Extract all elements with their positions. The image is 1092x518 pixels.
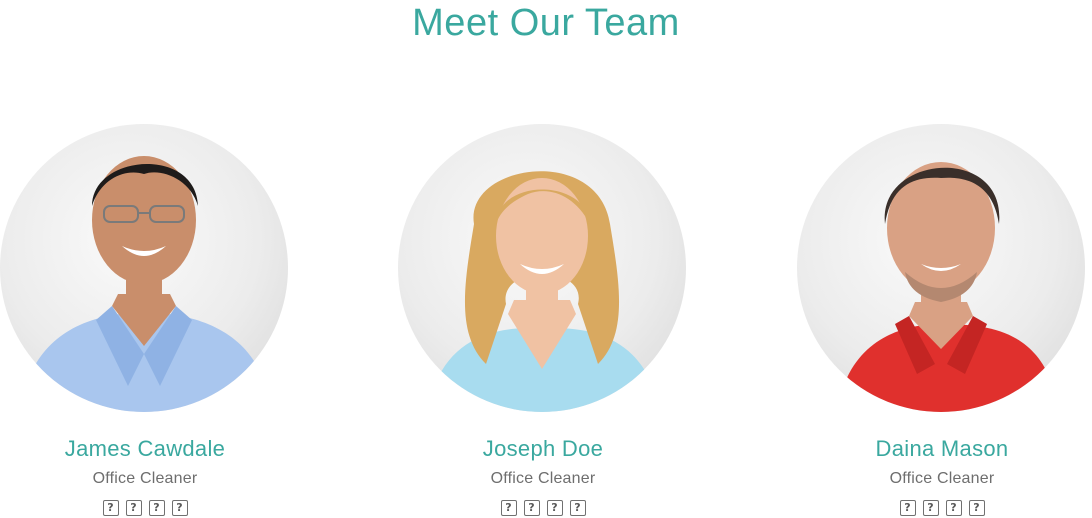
person-portrait-image [428, 171, 660, 412]
member-role: Office Cleaner [889, 470, 995, 487]
team-member-card: Daina Mason Office Cleaner ? ? ? ? [797, 124, 1087, 516]
team-member-card: James Cawdale Office Cleaner ? ? ? ? [0, 124, 290, 516]
social-link-icon[interactable]: ? [102, 500, 119, 516]
section-title: Meet Our Team [412, 2, 680, 44]
team-section: Meet Our Team James Cawdale Office Clean… [0, 0, 1092, 518]
social-link-icon[interactable]: ? [546, 500, 563, 516]
member-photo [398, 124, 686, 412]
social-link-icon[interactable]: ? [899, 500, 916, 516]
member-name: James Cawdale [64, 436, 226, 461]
social-link-icon[interactable]: ? [171, 500, 188, 516]
social-link-icon[interactable]: ? [125, 500, 142, 516]
team-member-card: Joseph Doe Office Cleaner ? ? ? ? [398, 124, 688, 516]
social-links: ? ? ? ? [797, 500, 1087, 516]
member-photo [797, 124, 1085, 412]
social-link-icon[interactable]: ? [148, 500, 165, 516]
social-link-icon[interactable]: ? [968, 500, 985, 516]
person-portrait-image [20, 156, 272, 412]
member-photo [0, 124, 288, 412]
person-portrait-image [837, 162, 1059, 412]
member-role: Office Cleaner [490, 470, 596, 487]
social-link-icon[interactable]: ? [569, 500, 586, 516]
social-link-icon[interactable]: ? [922, 500, 939, 516]
member-role: Office Cleaner [92, 470, 198, 487]
social-links: ? ? ? ? [398, 500, 688, 516]
member-name: Daina Mason [875, 436, 1009, 461]
social-link-icon[interactable]: ? [945, 500, 962, 516]
social-links: ? ? ? ? [0, 500, 290, 516]
member-name: Joseph Doe [482, 436, 604, 461]
social-link-icon[interactable]: ? [523, 500, 540, 516]
social-link-icon[interactable]: ? [500, 500, 517, 516]
